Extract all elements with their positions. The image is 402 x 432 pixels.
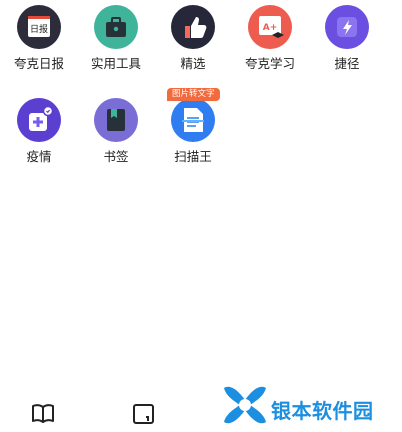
svg-text:A+: A+ <box>263 23 278 33</box>
app-label: 夸克日报 <box>13 56 64 71</box>
bookmark-icon <box>94 98 138 142</box>
svg-text:日报: 日报 <box>30 23 48 35</box>
app-quark-learning[interactable]: A+ 夸克学习 <box>234 5 306 71</box>
app-scanner[interactable]: 图片转文字 扫描王 <box>157 88 229 164</box>
app-label: 捷径 <box>334 56 360 71</box>
book-icon[interactable] <box>29 400 57 428</box>
watermark-x-icon <box>224 386 266 424</box>
app-grid-page: 日报 夸克日报 实用工具 精选 A+ 夸克学习 捷径 疫情 书签 图片转文字 扫… <box>0 0 402 432</box>
toolbox-briefcase-icon <box>94 5 138 49</box>
app-epidemic[interactable]: 疫情 <box>3 98 75 164</box>
scanner-document-icon: 图片转文字 <box>167 88 220 142</box>
app-label: 书签 <box>103 149 129 164</box>
app-featured[interactable]: 精选 <box>157 5 229 71</box>
shortcut-lightning-icon <box>325 5 369 49</box>
app-utility-tools[interactable]: 实用工具 <box>80 5 152 71</box>
app-label: 精选 <box>180 56 206 71</box>
app-quark-daily[interactable]: 日报 夸克日报 <box>3 5 75 71</box>
learning-board-icon: A+ <box>248 5 292 49</box>
watermark-text: 银本软件园 <box>271 399 374 423</box>
epidemic-medical-icon <box>17 98 61 142</box>
app-label: 夸克学习 <box>244 56 295 71</box>
tabs-icon[interactable] <box>130 400 158 428</box>
thumbs-up-icon <box>171 5 215 49</box>
app-bookmarks[interactable]: 书签 <box>80 98 152 164</box>
watermark-logo: 银本软件园 <box>220 380 400 430</box>
app-label: 疫情 <box>26 149 52 164</box>
app-label: 扫描王 <box>174 149 212 164</box>
app-shortcut[interactable]: 捷径 <box>311 5 383 71</box>
new-feature-badge: 图片转文字 <box>167 88 220 101</box>
app-label: 实用工具 <box>90 56 141 71</box>
daily-newspaper-icon: 日报 <box>17 5 61 49</box>
